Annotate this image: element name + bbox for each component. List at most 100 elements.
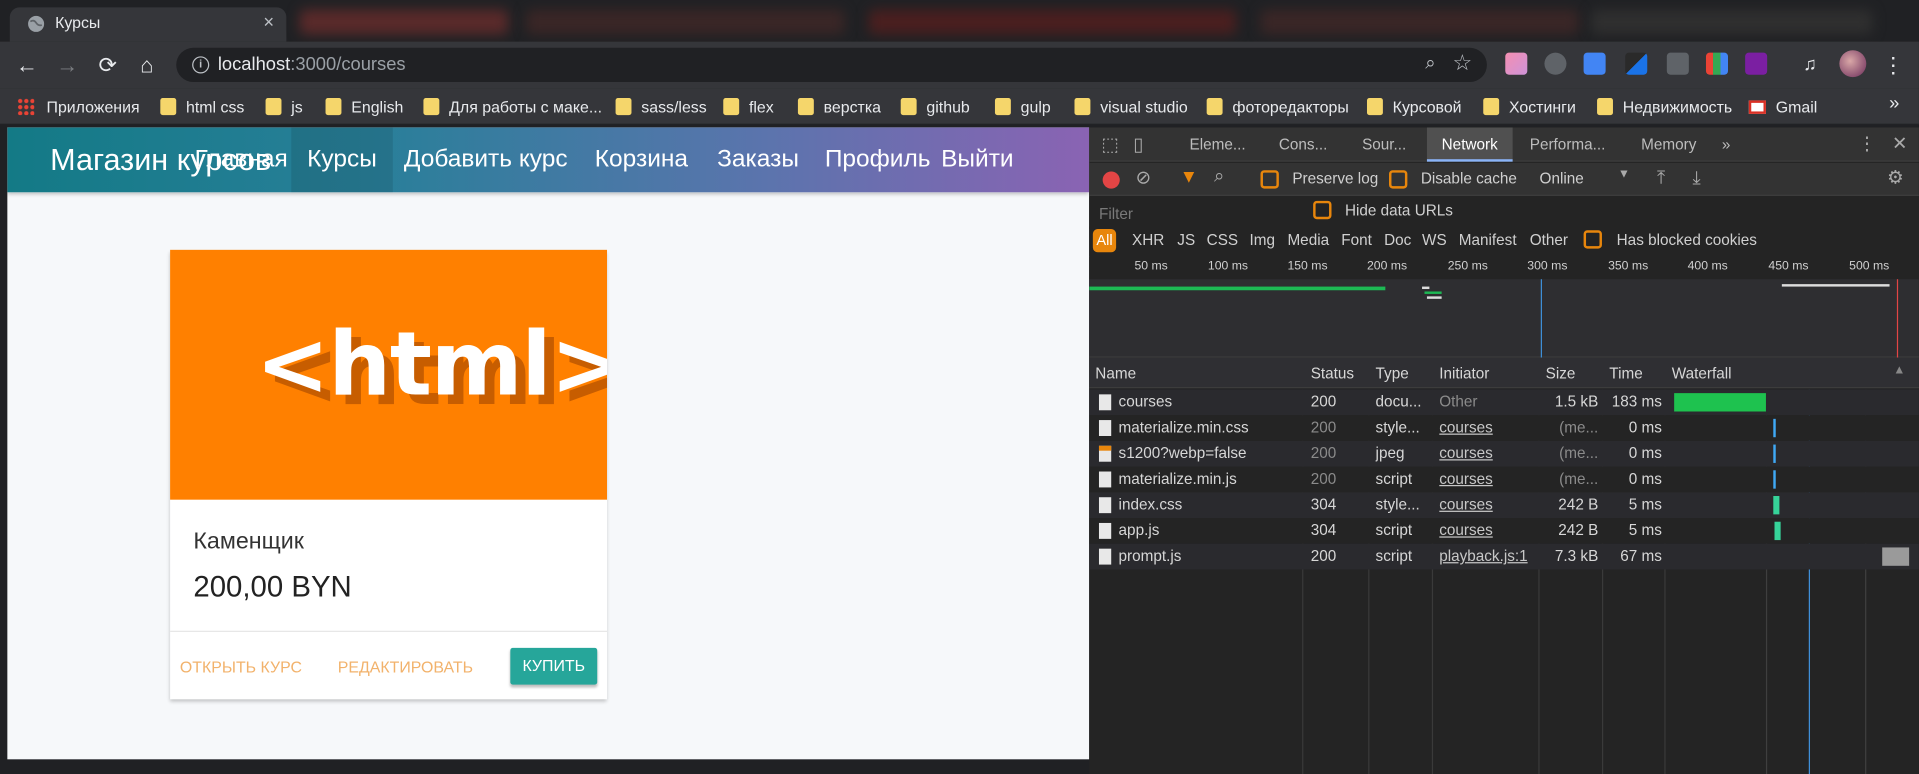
tab-sources[interactable]: Sour... (1362, 127, 1406, 161)
translate-extension-icon[interactable] (1583, 52, 1606, 75)
export-har-icon[interactable]: ⤓ (1693, 168, 1701, 189)
type-ws[interactable]: WS (1422, 231, 1447, 248)
filter-input[interactable]: Filter (1099, 206, 1133, 223)
cell-name[interactable]: s1200?webp=false (1119, 445, 1300, 462)
clear-icon[interactable]: ⊘ (1136, 167, 1151, 189)
devtools-close-icon[interactable]: ✕ (1892, 132, 1907, 154)
column-status[interactable]: Status (1311, 365, 1354, 382)
buy-button[interactable]: КУПИТЬ (510, 647, 598, 685)
nav-logout[interactable]: Выйти (926, 127, 1028, 192)
bookmark-item[interactable]: English (325, 94, 403, 118)
open-course-link[interactable]: ОТКРЫТЬ КУРС (180, 658, 302, 676)
timeline-overview[interactable] (1089, 279, 1919, 358)
throttling-select[interactable]: Online (1540, 170, 1584, 187)
type-img[interactable]: Img (1249, 231, 1275, 248)
sort-up-icon[interactable]: ▲ (1893, 364, 1905, 377)
cell-name[interactable]: index.css (1119, 496, 1300, 513)
nav-add-course[interactable]: Добавить курс (389, 127, 582, 192)
chevron-down-icon[interactable]: ▼ (1618, 168, 1630, 181)
filter-icon[interactable]: ▼ (1180, 167, 1198, 188)
preserve-log-checkbox[interactable] (1260, 170, 1279, 189)
tab-close-icon[interactable]: × (263, 12, 274, 33)
cell-initiator[interactable]: courses (1439, 470, 1534, 487)
table-row[interactable]: materialize.min.js 200 script courses (me...… (1089, 466, 1919, 493)
table-row[interactable]: courses 200 docu... Other 1.5 kB 183 ms (1089, 389, 1919, 416)
bookmark-item[interactable]: Недвижимость (1597, 94, 1732, 118)
disable-cache-checkbox[interactable] (1389, 170, 1408, 189)
chat-extension-icon[interactable] (1544, 52, 1567, 75)
tab-performance[interactable]: Performa... (1530, 127, 1606, 161)
cell-name[interactable]: courses (1119, 393, 1300, 410)
column-name[interactable]: Name (1095, 365, 1136, 382)
bookmark-item[interactable]: flex (723, 94, 774, 118)
table-row[interactable]: s1200?webp=false 200 jpeg courses (me... 0 ms (1089, 440, 1919, 467)
column-type[interactable]: Type (1376, 365, 1409, 382)
bookmark-item[interactable]: фоторедакторы (1206, 94, 1349, 118)
nav-cart[interactable]: Корзина (580, 127, 703, 192)
menu-icon[interactable]: ⋮ (1880, 51, 1907, 78)
column-waterfall[interactable]: Waterfall (1672, 365, 1732, 382)
url-text[interactable]: localhost:3000/courses (218, 54, 406, 75)
type-js[interactable]: JS (1177, 231, 1195, 248)
color-picker-extension-icon[interactable] (1625, 52, 1648, 75)
blocked-cookies-checkbox[interactable] (1583, 230, 1602, 249)
search-icon[interactable]: ⌕ (1214, 165, 1224, 186)
bookmark-item[interactable]: верстка (797, 94, 881, 118)
nav-orders[interactable]: Заказы (702, 127, 813, 192)
type-xhr[interactable]: XHR (1132, 231, 1164, 248)
type-media[interactable]: Media (1287, 231, 1329, 248)
bookmark-item[interactable]: html css (160, 94, 244, 118)
bookmark-item[interactable]: Курсовой (1366, 94, 1462, 118)
nav-courses[interactable]: Курсы (291, 127, 393, 193)
bookmark-item[interactable]: visual studio (1074, 94, 1188, 118)
record-icon[interactable] (1102, 171, 1120, 189)
cell-initiator[interactable]: courses (1439, 445, 1534, 462)
reload-icon[interactable]: ⟳ (94, 51, 121, 78)
nav-profile[interactable]: Профиль (810, 127, 945, 192)
media-control-icon[interactable]: ♫ (1797, 51, 1824, 78)
bookmarks-more-icon[interactable]: » (1889, 93, 1899, 114)
type-all[interactable]: All (1092, 229, 1117, 253)
tab-network[interactable]: Network (1426, 127, 1513, 162)
table-row[interactable]: app.js 304 script courses 242 B 5 ms (1089, 518, 1919, 544)
bookmark-star-icon[interactable]: ☆ (1452, 50, 1472, 76)
import-har-icon[interactable]: ⤒ (1657, 168, 1665, 189)
cell-initiator[interactable]: courses (1439, 419, 1534, 436)
bookmark-item[interactable]: github (900, 94, 970, 118)
type-doc[interactable]: Doc (1384, 231, 1411, 248)
type-other[interactable]: Other (1530, 231, 1568, 248)
more-tabs-icon[interactable]: » (1722, 127, 1731, 161)
bookmark-item[interactable]: Хостинги (1483, 94, 1576, 118)
type-font[interactable]: Font (1341, 231, 1372, 248)
extension-icon[interactable] (1505, 52, 1528, 75)
type-css[interactable]: CSS (1207, 231, 1238, 248)
browser-tab[interactable]: Курсы × (9, 7, 287, 42)
settings-gear-icon[interactable]: ⚙ (1887, 167, 1903, 189)
table-row[interactable]: index.css 304 style... courses 242 B 5 ms (1089, 492, 1919, 519)
hide-data-urls-checkbox[interactable] (1313, 200, 1332, 220)
bookmark-item[interactable]: js (265, 94, 303, 118)
cell-initiator[interactable]: courses (1439, 522, 1534, 539)
back-icon[interactable]: ← (13, 51, 40, 78)
tab-elements[interactable]: Eleme... (1190, 127, 1246, 161)
extension-icon[interactable] (1666, 52, 1689, 75)
extension-icon[interactable] (1745, 52, 1768, 75)
tab-console[interactable]: Cons... (1279, 127, 1327, 161)
avatar[interactable] (1839, 50, 1867, 78)
site-info-icon[interactable]: i (192, 56, 210, 74)
bookmark-item[interactable]: gulp (994, 94, 1051, 118)
table-row[interactable]: materialize.min.css 200 style... courses (me… (1089, 415, 1919, 441)
bookmark-item[interactable]: Для работы с маке... (423, 94, 602, 118)
devtools-menu-icon[interactable]: ⋮ (1858, 132, 1876, 154)
column-size[interactable]: Size (1546, 365, 1576, 382)
cell-initiator[interactable]: courses (1439, 496, 1534, 513)
inspect-element-icon[interactable]: ⬚ (1101, 133, 1118, 156)
site-brand[interactable]: Магазин курсов (50, 143, 271, 179)
bookmark-apps[interactable]: Приложения (17, 94, 140, 118)
forward-icon[interactable]: → (54, 51, 81, 78)
type-manifest[interactable]: Manifest (1459, 231, 1517, 248)
cell-name[interactable]: prompt.js (1119, 547, 1300, 564)
tab-memory[interactable]: Memory (1641, 127, 1696, 161)
table-row[interactable]: prompt.js 200 script playback.js:1 7.3 kB 67 … (1089, 543, 1919, 570)
cell-name[interactable]: materialize.min.css (1119, 419, 1300, 436)
